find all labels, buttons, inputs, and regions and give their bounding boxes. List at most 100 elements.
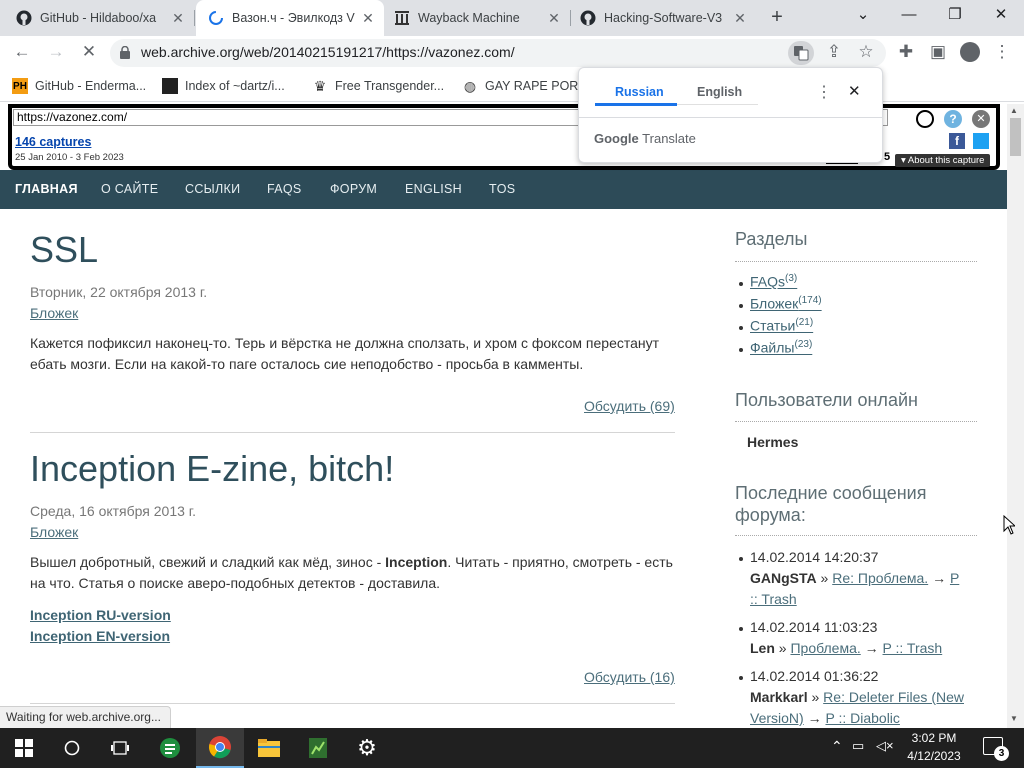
tab-close-icon[interactable]: ✕: [168, 10, 188, 27]
sidebar-forum-title: форума:: [735, 505, 806, 525]
post-body-line: ебать мозги. Если на какой-то паге остал…: [30, 356, 584, 372]
archive-icon: [394, 10, 410, 26]
post-date: Вторник, 22 октября 2013 г.: [30, 284, 208, 300]
twitter-icon[interactable]: [973, 133, 989, 149]
nav-english[interactable]: ENGLISH: [405, 170, 462, 209]
chrome-app-icon[interactable]: [196, 728, 244, 768]
menu-kebab-icon[interactable]: ⋮: [988, 38, 1016, 66]
start-windows-icon[interactable]: [0, 728, 48, 768]
forum-section-link[interactable]: :: Trash: [750, 591, 797, 607]
sheets-app-icon[interactable]: [146, 728, 194, 768]
bookmark-item[interactable]: Index of ~dartz/i...: [162, 77, 285, 95]
task-view-icon[interactable]: [96, 728, 144, 768]
tab-close-icon[interactable]: ✕: [544, 10, 564, 27]
close-window-button[interactable]: ✕: [978, 0, 1024, 30]
translate-icon[interactable]: [788, 41, 814, 65]
nav-faqs[interactable]: FAQS: [267, 170, 302, 209]
settings-gear-icon[interactable]: ⚙: [343, 728, 391, 768]
bookmark-item[interactable]: ♛ Free Transgender...: [312, 77, 444, 95]
profile-avatar-icon[interactable]: [960, 42, 980, 62]
user-icon[interactable]: [916, 110, 934, 128]
sidebar-forum-title: Последние сообщения: [735, 483, 927, 503]
back-arrow-icon[interactable]: ←: [8, 38, 36, 66]
share-icon[interactable]: ⇪: [820, 38, 848, 66]
tab-close-icon[interactable]: ✕: [358, 10, 378, 27]
translate-menu-icon[interactable]: ⋮: [816, 82, 832, 102]
post-category-link[interactable]: Бложек: [30, 524, 78, 540]
sidebar-item-blog[interactable]: Бложек(174): [750, 295, 822, 312]
spreadsheet-app-icon[interactable]: [294, 728, 342, 768]
clock-time[interactable]: 3:02 PM: [904, 731, 964, 745]
facebook-icon[interactable]: f: [949, 133, 965, 149]
stop-icon[interactable]: ✕: [75, 38, 103, 66]
nav-links[interactable]: ССЫЛКИ: [185, 170, 240, 209]
folder-index-icon: [162, 78, 178, 94]
help-icon[interactable]: ?: [944, 110, 962, 128]
github-icon: [16, 10, 32, 26]
forum-post-date: 14.02.2014 14:20:37: [750, 549, 879, 565]
file-explorer-icon[interactable]: [245, 728, 293, 768]
post-divider: [30, 703, 675, 704]
about-capture-button[interactable]: ▾ About this capture: [895, 154, 991, 167]
bookmark-item[interactable]: ◍ GAY RAPE PORN: [462, 77, 587, 95]
search-circle-icon[interactable]: [48, 728, 96, 768]
translate-close-icon[interactable]: ✕: [848, 82, 861, 100]
bullet: [739, 557, 743, 561]
new-tab-button[interactable]: +: [764, 4, 790, 30]
translate-tab-russian[interactable]: Russian: [615, 85, 664, 99]
bullet: [739, 282, 743, 286]
status-bubble: Waiting for web.archive.org...: [0, 706, 171, 728]
volume-icon[interactable]: ◁×: [876, 738, 894, 754]
comments-link[interactable]: Обсудить (16): [584, 669, 675, 685]
nav-about[interactable]: О САЙТЕ: [101, 170, 158, 209]
sidebar-item-articles[interactable]: Статьи(21): [750, 317, 813, 334]
tab-title: Вазон.ч - Эвилкодз V: [232, 11, 355, 25]
translate-popup: [578, 67, 883, 163]
maximize-button[interactable]: ❐: [932, 0, 978, 30]
lock-icon[interactable]: [119, 45, 131, 59]
scroll-up-icon[interactable]: ▲: [1010, 106, 1018, 115]
forward-arrow-icon[interactable]: →: [42, 38, 70, 66]
scrollbar-thumb[interactable]: [1010, 118, 1021, 156]
tab-vazon[interactable]: Вазон.ч - Эвилкодз V ✕: [196, 0, 384, 36]
online-user[interactable]: Hermes: [747, 434, 798, 450]
captures-link[interactable]: 146 captures: [15, 135, 91, 149]
bookmark-star-icon[interactable]: ☆: [852, 38, 880, 66]
side-panel-icon[interactable]: ▣: [924, 38, 952, 66]
bullet: [739, 326, 743, 330]
url-text: web.archive.org/web/20140215191217/https…: [141, 44, 515, 60]
sidebar-item-files[interactable]: Файлы(23): [750, 339, 812, 356]
tab-hacking-software[interactable]: Hacking-Software-V3 ✕: [568, 0, 756, 36]
comments-link[interactable]: Обсудить (69): [584, 398, 675, 414]
extensions-puzzle-icon[interactable]: ✚: [892, 38, 920, 66]
tab-github-hildaboo[interactable]: GitHub - Hildaboo/xa ✕: [4, 0, 194, 36]
tray-chevron-icon[interactable]: ⌃: [831, 738, 843, 755]
tab-search-icon[interactable]: ⌄: [840, 0, 886, 30]
close-wayback-icon[interactable]: ✕: [972, 110, 990, 128]
inception-en-link[interactable]: Inception EN-version: [30, 628, 170, 644]
loading-spinner-icon: [208, 10, 224, 26]
post-category-link[interactable]: Бложек: [30, 305, 78, 321]
sidebar-item-faqs[interactable]: FAQs(3): [750, 273, 797, 290]
post-title[interactable]: SSL: [30, 229, 98, 271]
network-icon[interactable]: ▭: [852, 738, 864, 754]
nav-home[interactable]: ГЛАВНАЯ: [15, 170, 78, 209]
inception-ru-link[interactable]: Inception RU-version: [30, 607, 171, 623]
bookmark-item[interactable]: PH GitHub - Enderma...: [12, 77, 146, 95]
sidebar-divider: [735, 535, 977, 536]
tab-close-icon[interactable]: ✕: [730, 10, 750, 27]
clock-date[interactable]: 4/12/2023: [904, 749, 964, 763]
nav-tos[interactable]: TOS: [489, 170, 515, 209]
page-scrollbar[interactable]: [1007, 104, 1024, 728]
tab-wayback-machine[interactable]: Wayback Machine ✕: [382, 0, 570, 36]
sidebar-online-title: Пользователи онлайн: [735, 390, 918, 410]
post-divider: [30, 432, 675, 433]
forum-post-line: Markkarl » Re: Deleter Files (New: [750, 689, 964, 705]
translate-tab-english[interactable]: English: [697, 85, 742, 99]
scroll-down-icon[interactable]: ▼: [1010, 714, 1018, 723]
minimize-button[interactable]: —: [886, 0, 932, 30]
post-title[interactable]: Inception E-zine, bitch!: [30, 448, 394, 490]
nav-forum[interactable]: ФОРУМ: [330, 170, 377, 209]
notification-count-badge: 3: [994, 746, 1009, 761]
google-translate-brand: Google Translate: [594, 131, 696, 146]
